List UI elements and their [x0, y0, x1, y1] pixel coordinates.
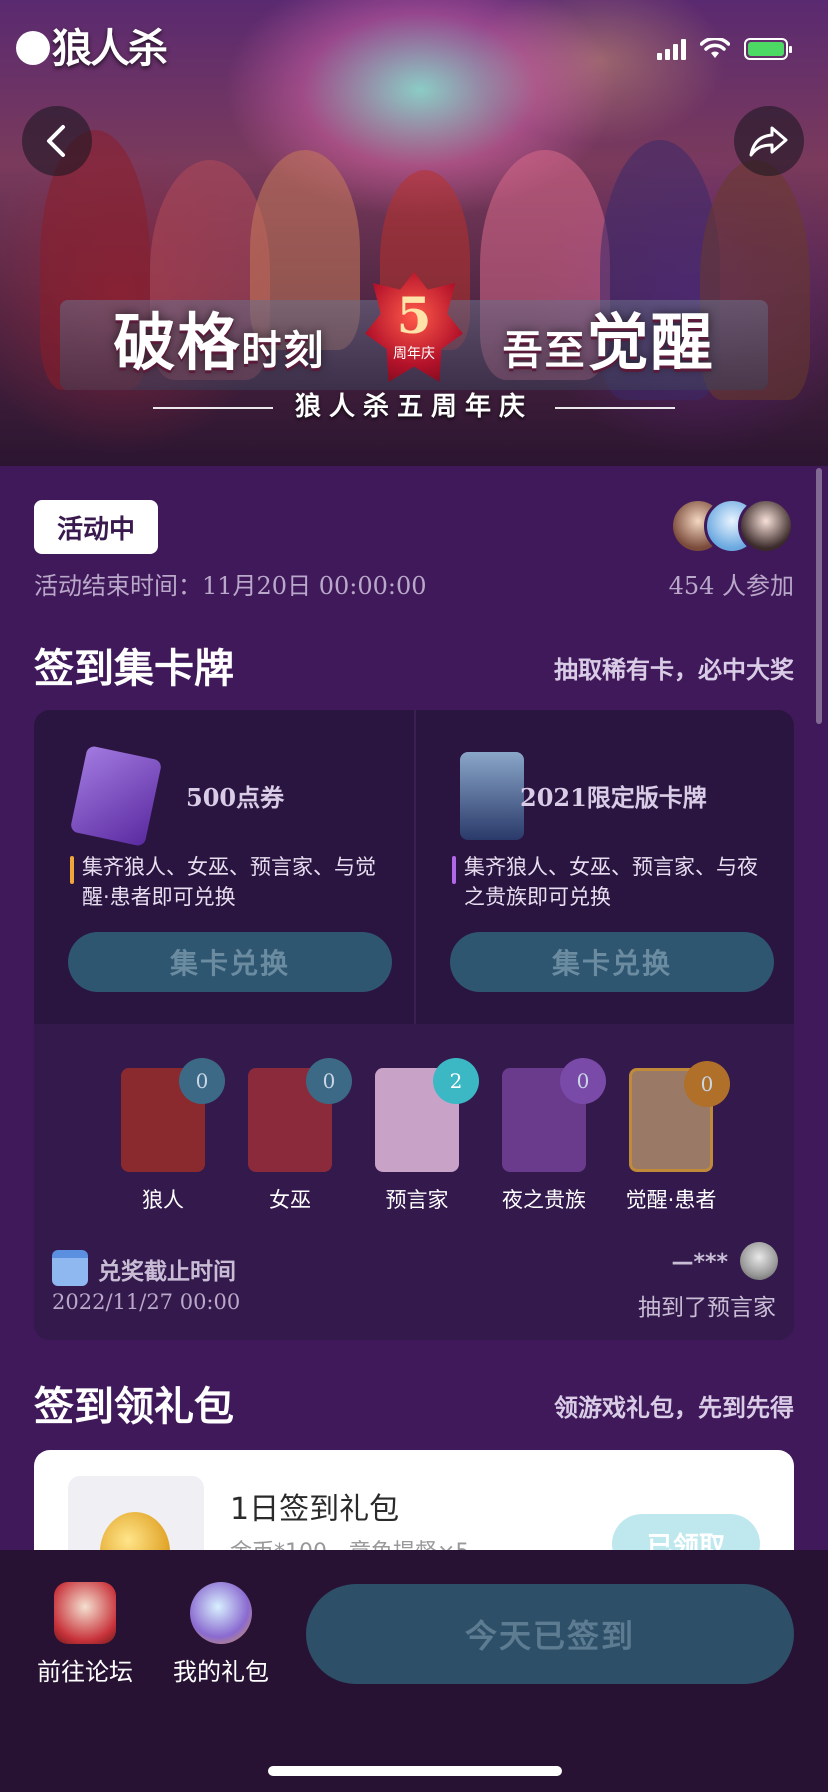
forum-app-icon [54, 1582, 116, 1644]
card-pack-icon [69, 745, 163, 847]
calendar-icon [52, 1250, 88, 1286]
card-image: 0 [629, 1061, 730, 1172]
card-count-badge: 0 [179, 1058, 225, 1104]
card-witch[interactable]: 0 女巫 [235, 1058, 352, 1214]
card-count-badge: 2 [433, 1058, 479, 1104]
section-subtitle-gifts: 领游戏礼包，先到先得 [554, 1394, 794, 1422]
avatar [738, 498, 794, 554]
reward-description: 集齐狼人、女巫、预言家、与觉醒·患者即可兑换 [70, 852, 390, 912]
card-collection-panel: 500点券 集齐狼人、女巫、预言家、与觉醒·患者即可兑换 集卡兑换 2021限定… [34, 710, 794, 1340]
card-count-badge: 0 [684, 1061, 730, 1107]
participant-avatars[interactable] [670, 498, 796, 554]
app-logo: 狼人杀 [16, 16, 168, 74]
forum-button[interactable]: 前往论坛 [30, 1582, 140, 1687]
card-image: 2 [375, 1058, 479, 1172]
gift-box-icon [190, 1582, 252, 1644]
wifi-icon [700, 38, 730, 58]
reward-box-limited-cards: 2021限定版卡牌 集齐狼人、女巫、预言家、与夜之贵族即可兑换 集卡兑换 [414, 710, 794, 1024]
card-image: 0 [502, 1058, 606, 1172]
winner-name: —*** [671, 1250, 728, 1275]
divider [555, 407, 675, 409]
signal-icon [657, 38, 686, 60]
bottom-bar: 前往论坛 我的礼包 今天已签到 [0, 1550, 828, 1792]
hero-banner: 狼人杀 破格时刻 吾至觉醒 5 周年庆 狼人杀五周年庆 [0, 0, 828, 466]
hero-subtitle: 狼人杀五周年庆 [0, 386, 828, 423]
exchange-button[interactable]: 集卡兑换 [450, 932, 774, 992]
card-count-badge: 0 [306, 1058, 352, 1104]
reward-description: 集齐狼人、女巫、预言家、与夜之贵族即可兑换 [452, 852, 772, 912]
avatar [740, 1242, 778, 1280]
exchange-button[interactable]: 集卡兑换 [68, 932, 392, 992]
card-awakened-patient[interactable]: 0 觉醒·患者 [616, 1061, 730, 1214]
card-image: 0 [248, 1058, 352, 1172]
section-title-cards: 签到集卡牌 [34, 646, 234, 692]
card-image: 0 [121, 1058, 225, 1172]
card-night-noble[interactable]: 0 夜之贵族 [489, 1058, 606, 1214]
card-seer[interactable]: 2 预言家 [362, 1058, 479, 1214]
scrollbar[interactable] [816, 468, 822, 724]
battery-icon [744, 38, 792, 60]
section-subtitle-cards: 抽取稀有卡，必中大奖 [554, 656, 794, 684]
chevron-left-icon [47, 125, 65, 157]
signin-button[interactable]: 今天已签到 [306, 1584, 794, 1684]
reward-box-coupons: 500点券 集齐狼人、女巫、预言家、与觉醒·患者即可兑换 集卡兑换 [34, 710, 414, 1024]
status-icons [657, 38, 792, 60]
back-button[interactable] [22, 106, 92, 176]
logo-mark-icon [16, 31, 50, 65]
section-title-gifts: 签到领礼包 [34, 1384, 234, 1430]
share-icon [749, 126, 788, 157]
my-gifts-button[interactable]: 我的礼包 [166, 1582, 276, 1687]
divider [152, 407, 273, 409]
card-count-badge: 0 [560, 1058, 606, 1104]
status-badge: 活动中 [34, 500, 158, 554]
card-box-icon [460, 752, 524, 840]
winner-text: 抽到了预言家 [638, 1295, 776, 1321]
card-werewolf[interactable]: 0 狼人 [108, 1058, 225, 1214]
home-indicator [268, 1766, 562, 1776]
status-bar: 狼人杀 [0, 0, 828, 96]
participant-count: 454 人参加 [668, 572, 794, 600]
end-time: 活动结束时间：11月20日 00:00:00 [34, 572, 427, 600]
share-button[interactable] [734, 106, 804, 176]
collected-cards: 0 狼人 0 女巫 2 预言家 0 夜之贵族 0 觉醒·患者 兑奖截止时间 20… [34, 1024, 794, 1340]
